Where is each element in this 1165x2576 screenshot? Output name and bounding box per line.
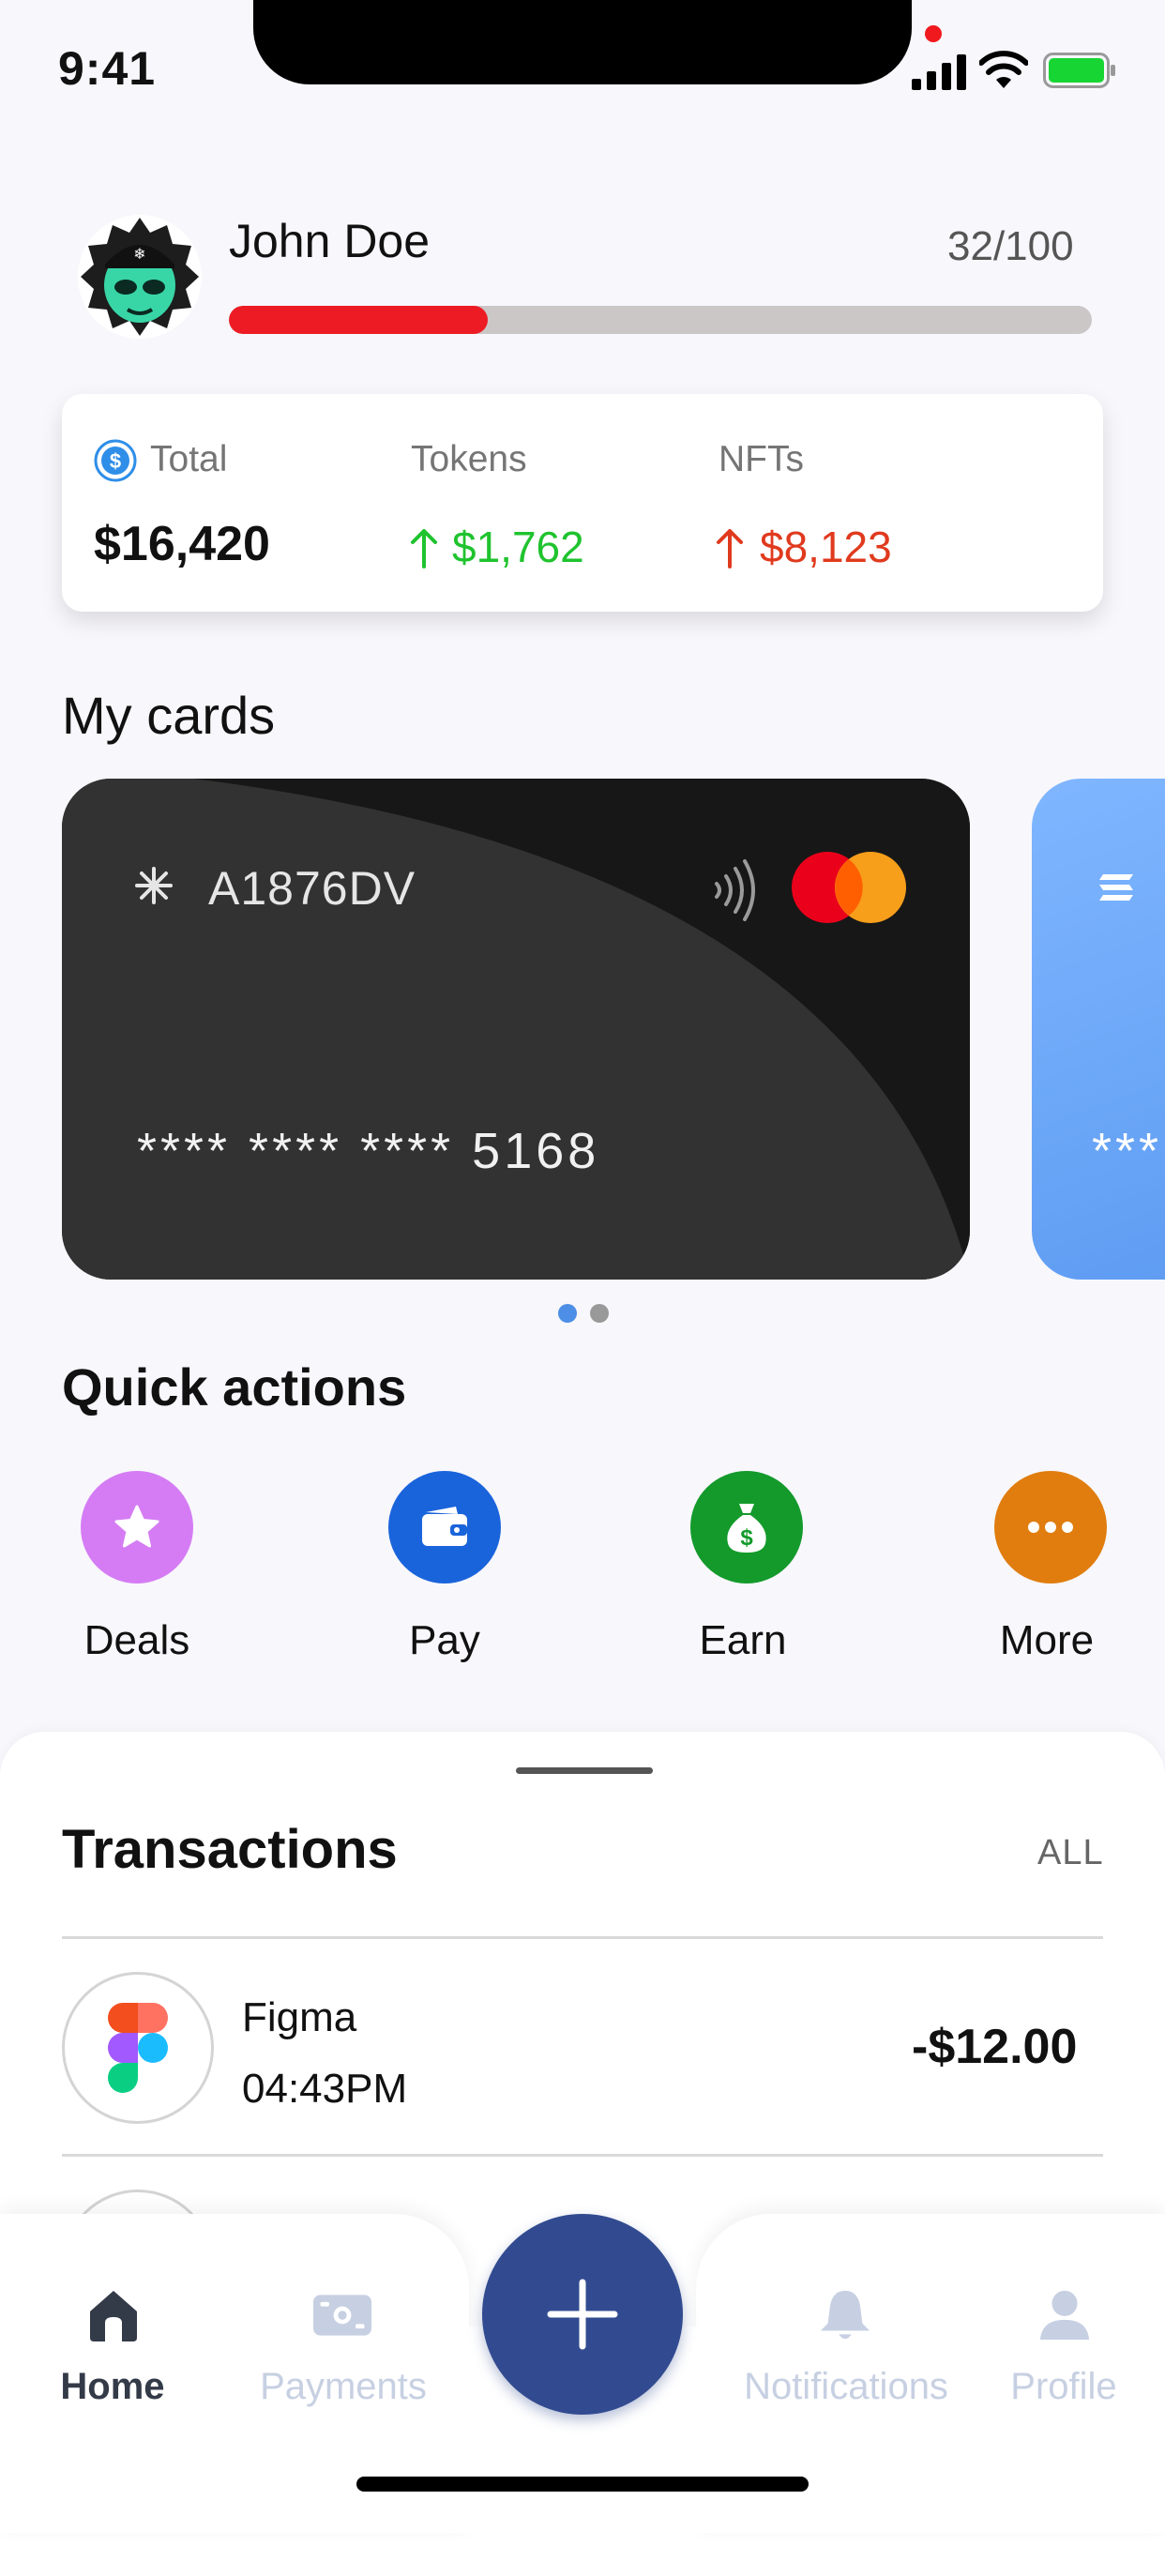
level-progress-bar <box>229 306 1092 334</box>
wallet-icon <box>422 1507 467 1546</box>
bell-icon[interactable] <box>816 2287 874 2343</box>
money-bag-icon: $ <box>727 1504 766 1553</box>
user-name: John Doe <box>229 215 431 267</box>
battery-icon <box>1043 53 1115 88</box>
sheet-drag-handle[interactable] <box>516 1767 653 1774</box>
level-progress-fill <box>229 306 488 334</box>
level-progress-text: 32/100 <box>947 223 1074 269</box>
snowflake-icon <box>135 867 173 904</box>
balance-summary-card[interactable]: $ Total $16,420 Tokens $1,762 NFTs $8,12… <box>62 394 1103 612</box>
card-number-secondary: *** <box>1092 1123 1163 1179</box>
tokens-label: Tokens <box>411 439 527 479</box>
card-id: A1876DV <box>208 862 416 915</box>
total-value: $16,420 <box>94 517 270 571</box>
nav-payments-label[interactable]: Payments <box>221 2366 465 2408</box>
payment-card-secondary[interactable] <box>1032 779 1165 1280</box>
mastercard-icon <box>792 852 906 923</box>
transaction-amount: -$12.00 <box>912 2020 1078 2074</box>
pay-label: Pay <box>409 1617 480 1663</box>
more-icon <box>1028 1522 1073 1533</box>
transactions-title: Transactions <box>62 1819 398 1880</box>
tokens-value: $1,762 <box>452 523 584 571</box>
svg-text:❄: ❄ <box>133 245 145 263</box>
nfts-value: $8,123 <box>760 523 892 571</box>
home-icon[interactable] <box>84 2287 143 2343</box>
figma-icon <box>108 2003 168 2093</box>
earn-label: Earn <box>699 1617 787 1663</box>
recording-dot-icon <box>925 25 942 42</box>
star-icon <box>114 1505 159 1548</box>
add-button[interactable] <box>482 2214 683 2415</box>
avatar[interactable]: ❄ <box>75 212 204 341</box>
my-cards-title: My cards <box>62 686 276 745</box>
more-label: More <box>999 1617 1095 1663</box>
profile-icon[interactable] <box>1036 2287 1094 2343</box>
home-indicator[interactable] <box>356 2477 809 2492</box>
cellular-signal-icon <box>912 54 966 90</box>
nav-home-label[interactable]: Home <box>0 2366 235 2408</box>
card-number: **** **** **** 5168 <box>137 1123 600 1179</box>
device-notch <box>253 0 912 84</box>
contactless-icon <box>715 859 755 921</box>
transaction-time: 04:43PM <box>242 2066 408 2112</box>
nfts-label: NFTs <box>719 439 804 479</box>
earn-button[interactable]: $ <box>690 1471 803 1583</box>
status-time: 9:41 <box>58 42 157 95</box>
plus-icon <box>547 2279 618 2350</box>
card-brand-icon <box>1099 874 1133 901</box>
deals-label: Deals <box>83 1617 190 1663</box>
total-label: Total <box>150 439 228 479</box>
divider <box>62 2154 1103 2157</box>
wifi-icon <box>979 51 1028 88</box>
svg-text:$: $ <box>740 1525 753 1551</box>
arrow-up-icon <box>411 529 437 568</box>
deals-button[interactable] <box>81 1471 193 1583</box>
more-button[interactable] <box>994 1471 1107 1583</box>
nav-profile-label[interactable]: Profile <box>942 2366 1165 2408</box>
dollar-coin-icon: $ <box>94 439 137 482</box>
nav-notifications-label[interactable]: Notifications <box>724 2366 968 2408</box>
carousel-dot-active[interactable] <box>558 1304 577 1323</box>
quick-actions-title: Quick actions <box>62 1357 407 1417</box>
pay-button[interactable] <box>388 1471 501 1583</box>
transaction-name: Figma <box>242 1994 357 2040</box>
view-all-link[interactable]: ALL <box>1037 1833 1104 1873</box>
transaction-logo <box>62 1972 214 2124</box>
payments-icon[interactable] <box>313 2287 371 2343</box>
carousel-dot[interactable] <box>590 1304 609 1323</box>
divider <box>62 1936 1103 1939</box>
arrow-up-icon <box>717 529 743 568</box>
svg-text:$: $ <box>110 449 121 473</box>
